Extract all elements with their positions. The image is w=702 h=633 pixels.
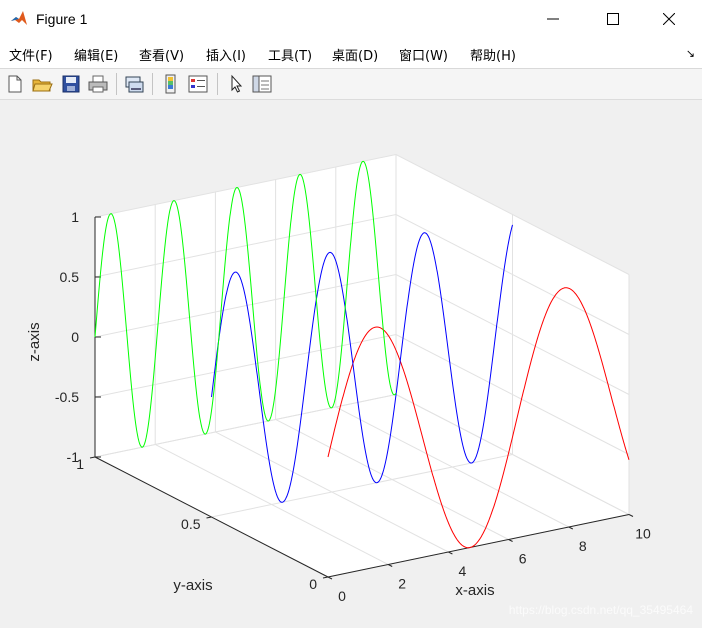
window-title: Figure 1	[36, 11, 88, 27]
y-tick-label: 0.5	[181, 516, 201, 532]
edit-plot-pointer-icon[interactable]	[225, 73, 247, 95]
menu-edit[interactable]: 编辑(E)	[74, 45, 118, 64]
z-tick-label: 0	[71, 329, 79, 345]
colorbar-icon[interactable]	[160, 73, 182, 95]
new-figure-icon[interactable]	[4, 73, 26, 95]
z-axis-label: z-axis	[26, 322, 43, 361]
toolbar-separator	[116, 73, 117, 95]
axes-panes	[95, 154, 629, 577]
y-axis-label: y-axis	[173, 577, 212, 594]
close-button[interactable]	[646, 0, 692, 38]
watermark: https://blog.csdn.net/qq_35495464	[509, 603, 693, 617]
menu-window[interactable]: 窗口(W)	[399, 45, 448, 64]
x-tick-mark	[628, 514, 634, 517]
dock-figure-icon[interactable]: ↘	[686, 47, 695, 60]
close-icon	[663, 13, 675, 25]
menu-file[interactable]: 文件(F)	[9, 45, 53, 64]
toolbar-separator	[152, 73, 153, 95]
maximize-icon	[607, 13, 619, 25]
x-tick-label: 2	[398, 576, 406, 592]
z-tick-label: 1	[71, 209, 79, 225]
x-tick-label: 4	[459, 563, 467, 579]
figure-toolbar	[0, 69, 702, 100]
y-tick-mark	[206, 516, 212, 519]
minimize-button[interactable]	[530, 0, 576, 38]
menu-tools[interactable]: 工具(T)	[268, 45, 312, 64]
z-tick-label: -1	[67, 449, 80, 465]
menu-insert[interactable]: 插入(I)	[206, 45, 246, 64]
y-tick-mark	[322, 576, 329, 579]
print-icon[interactable]	[87, 73, 109, 95]
minimize-icon	[547, 18, 559, 20]
title-bar: Figure 1	[0, 0, 702, 38]
x-tick-label: 0	[338, 588, 346, 604]
figure-canvas: 0 2 4 6 8 10 0 0.5 1 -1 -0.5 0 0.5 1 x-axis y-axis z-…	[0, 100, 702, 628]
x-tick-mark	[327, 576, 333, 580]
link-plot-icon[interactable]	[123, 73, 145, 95]
legend-icon[interactable]	[187, 73, 209, 95]
x-tick-label: 8	[579, 538, 587, 554]
menu-desktop[interactable]: 桌面(D)	[332, 45, 378, 64]
z-tick-label: -0.5	[55, 389, 79, 405]
x-tick-label: 10	[635, 526, 651, 542]
maximize-button[interactable]	[590, 0, 636, 38]
x-tick-mark	[448, 551, 453, 555]
menu-help[interactable]: 帮助(H)	[470, 45, 516, 64]
x-tick-mark	[508, 539, 513, 542]
menu-bar: 文件(F) 编辑(E) 查看(V) 插入(I) 工具(T) 桌面(D) 窗口(W…	[0, 38, 702, 69]
x-tick-label: 6	[519, 551, 527, 567]
property-inspector-icon[interactable]	[251, 73, 273, 95]
menu-view[interactable]: 查看(V)	[139, 45, 184, 64]
y-tick-mark	[89, 456, 96, 459]
x-tick-mark	[568, 526, 574, 530]
x-axis-label: x-axis	[455, 582, 494, 599]
toolbar-separator	[217, 73, 218, 95]
x-tick-mark	[387, 564, 393, 567]
save-icon[interactable]	[60, 73, 82, 95]
z-tick-label: 0.5	[60, 269, 80, 285]
plot-3d[interactable]: 024681000.51-1-0.500.51 x-axis y-axis z-…	[0, 100, 702, 628]
matlab-logo-icon	[11, 11, 27, 25]
open-file-icon[interactable]	[31, 73, 53, 95]
y-tick-label: 0	[309, 576, 317, 592]
